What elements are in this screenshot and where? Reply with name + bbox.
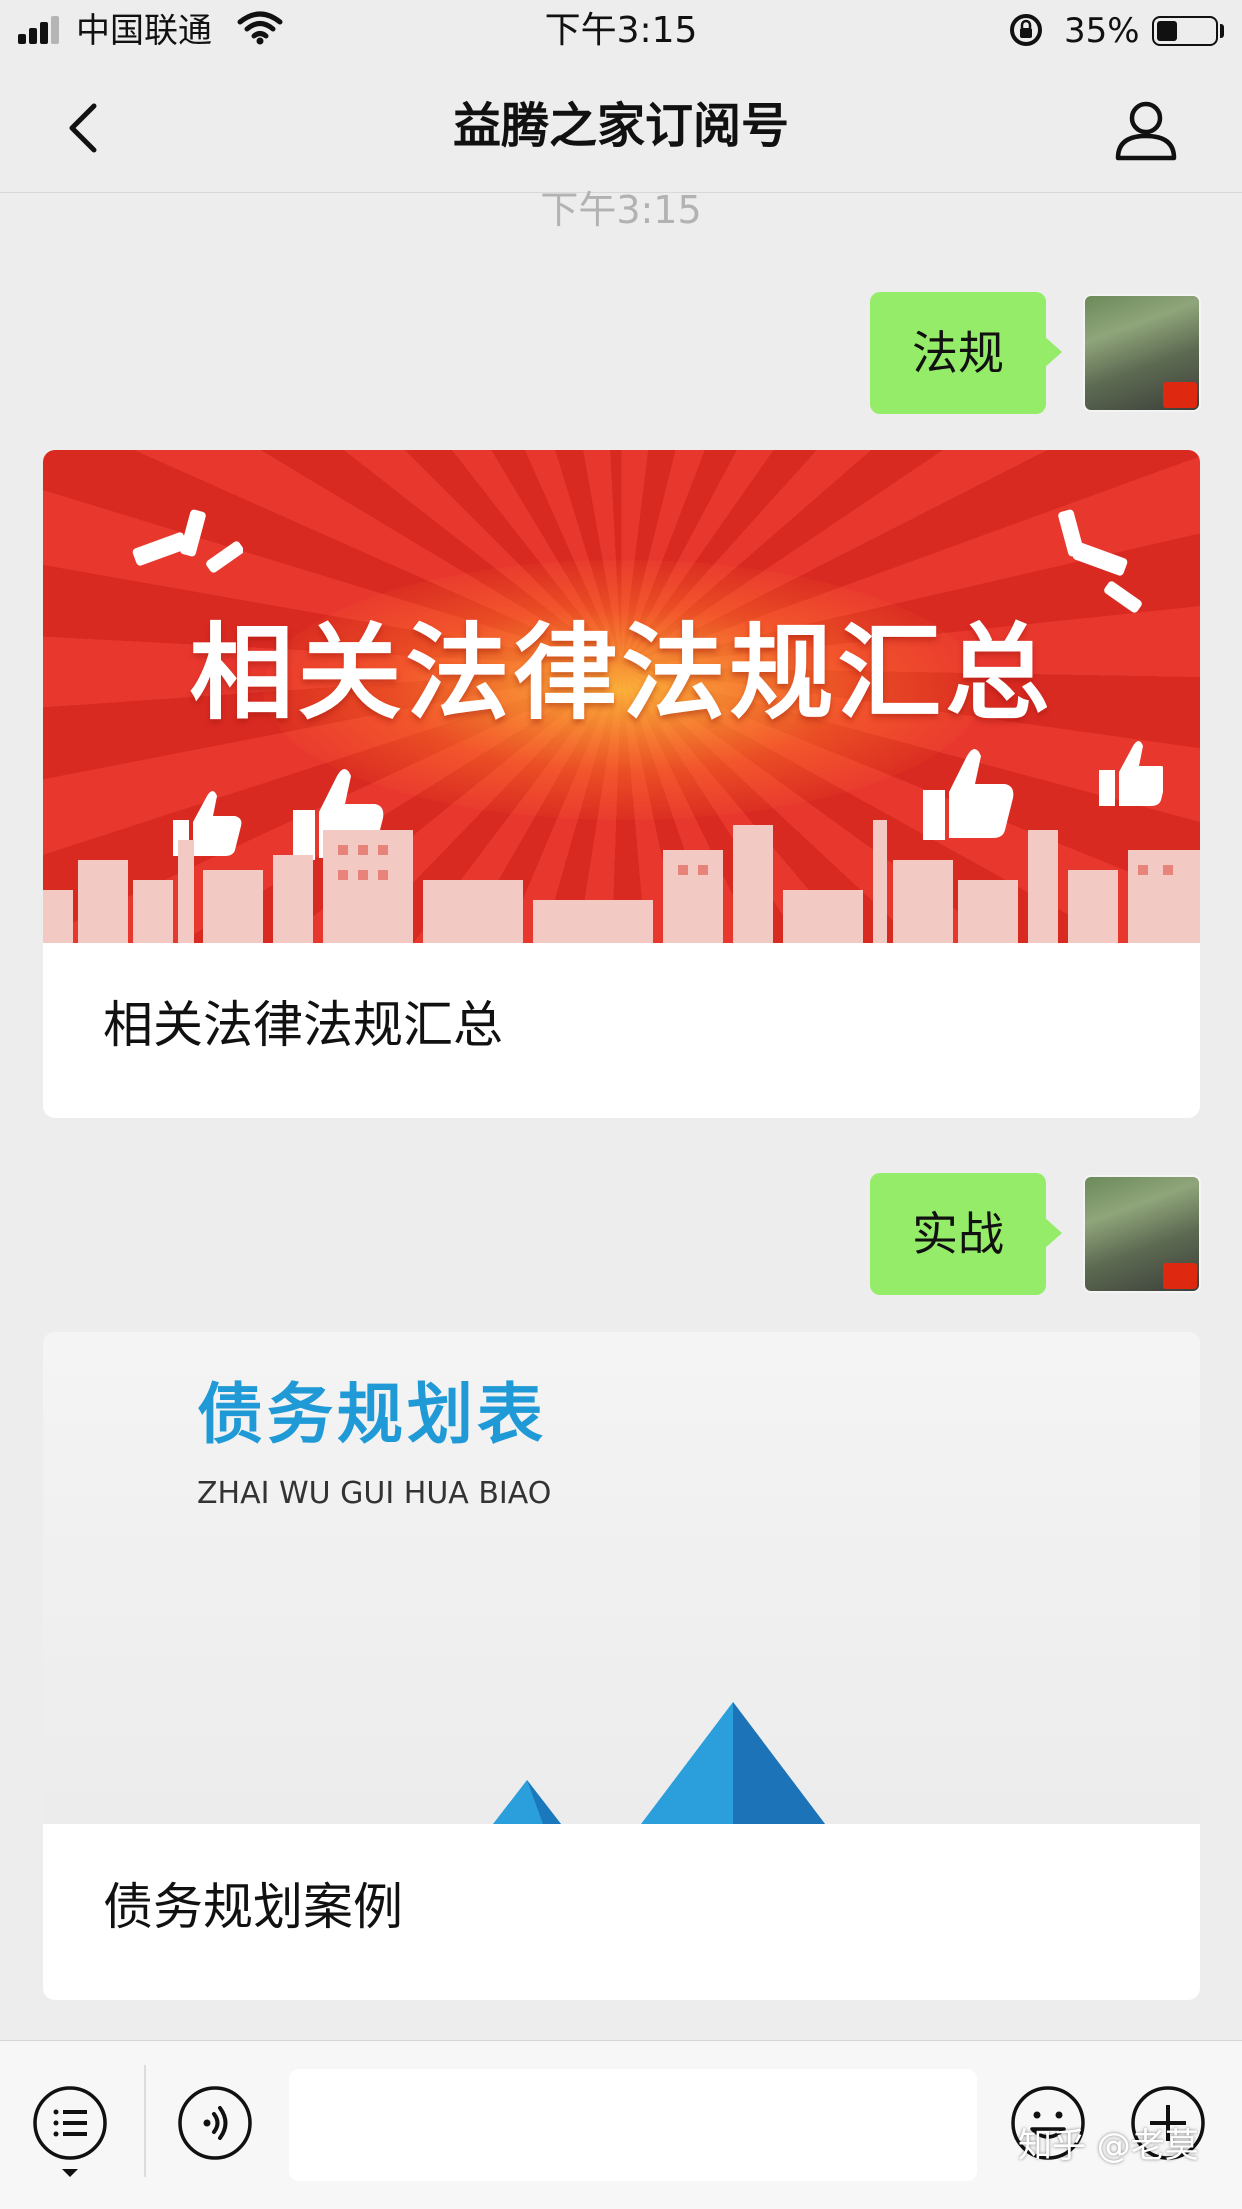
caret-down-icon [62,2169,78,2177]
city-skyline-graphic [43,820,1200,943]
pyramid-graphic [493,1702,825,1824]
article-caption: 相关法律法规汇总 [103,996,503,1054]
banner-subtitle-text: ZHAI WU GUI HUA BIAO [197,1476,552,1511]
battery-icon [1152,16,1218,46]
battery-percent: 35% [1064,11,1140,51]
article-card[interactable]: 债务规划表 ZHAI WU GUI HUA BIAO 债务规划案例 [43,1332,1200,2000]
battery-tip [1220,24,1224,38]
chat-title: 益腾之家订阅号 [452,98,789,154]
voice-icon[interactable] [177,2085,253,2161]
user-avatar[interactable] [1083,294,1201,412]
status-time: 下午3:15 [544,10,698,51]
menu-icon[interactable] [32,2085,108,2161]
china-flag-icon [1163,1263,1197,1289]
banner-title-text: 债务规划表 [197,1376,547,1453]
divider [144,2065,146,2177]
banner-title-text: 相关法律法规汇总 [189,612,1054,734]
user-avatar[interactable] [1083,1175,1201,1293]
sent-message-bubble[interactable]: 实战 [870,1173,1062,1295]
rotation-lock-icon [1010,14,1042,46]
navigation-bar: 益腾之家订阅号 [0,62,1242,193]
article-banner-image: 相关法律法规汇总 [43,450,1200,943]
profile-icon[interactable] [1112,96,1180,164]
sent-message-bubble[interactable]: 法规 [870,292,1062,414]
status-bar: 中国联通 下午3:15 35% [0,0,1242,62]
china-flag-icon [1163,382,1197,408]
article-card[interactable]: 相关法律法规汇总 相关法律法规汇总 [43,450,1200,1118]
article-caption: 债务规划案例 [103,1878,403,1936]
watermark: 知乎 @老莫 [1018,2126,1199,2166]
article-banner-image: 债务规划表 ZHAI WU GUI HUA BIAO [43,1332,1200,1824]
message-timestamp: 下午3:15 [540,188,702,232]
message-input[interactable] [289,2069,977,2181]
